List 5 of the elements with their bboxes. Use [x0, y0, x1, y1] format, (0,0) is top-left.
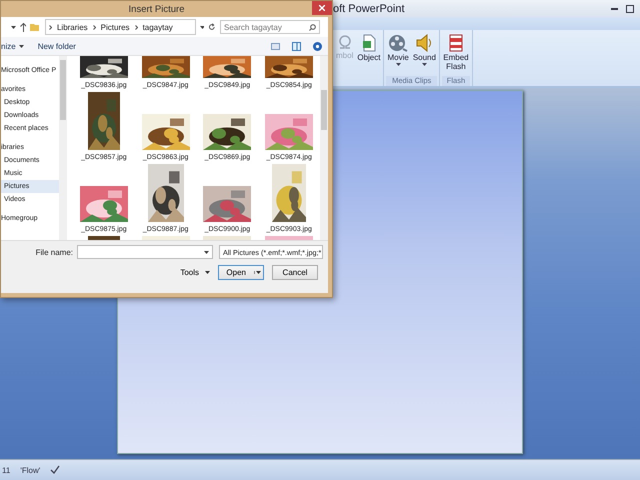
status-text: 'Flow' [20, 466, 40, 474]
status-text: 11 [2, 466, 10, 474]
dialog-title: Insert Picture [128, 4, 186, 14]
field-label: File name: [34, 248, 73, 256]
window-title: oft PowerPoint [333, 2, 406, 14]
